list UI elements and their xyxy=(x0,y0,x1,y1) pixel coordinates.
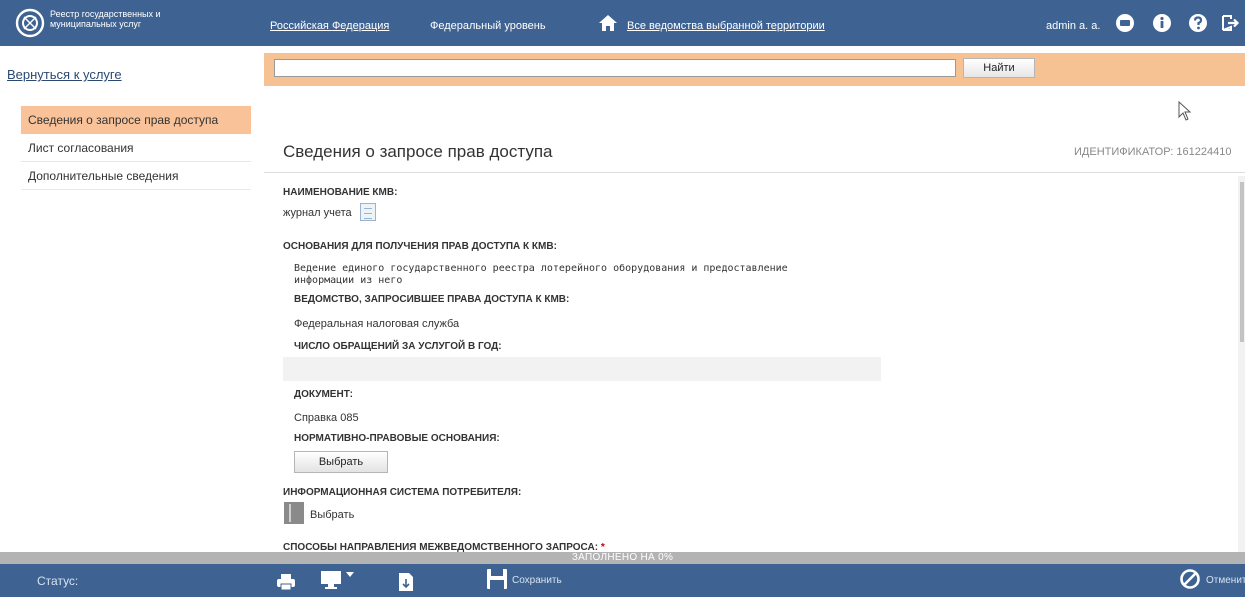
info-system-select-link[interactable]: Выбрать xyxy=(310,509,354,521)
search-bar: Найти xyxy=(264,53,1245,86)
save-button[interactable]: Сохранить xyxy=(512,575,562,586)
top-bar: Реестр государственных и муниципальных у… xyxy=(0,0,1245,46)
bottom-toolbar: Статус: Сохранить Отменить xyxy=(0,564,1245,597)
info-system-label: ИНФОРМАЦИОННАЯ СИСТЕМА ПОТРЕБИТЕЛЯ: xyxy=(283,487,522,498)
basis-line-2: информации из него xyxy=(294,275,403,286)
monitor-icon[interactable] xyxy=(320,570,342,590)
search-input[interactable] xyxy=(274,59,956,77)
sidebar-menu: Сведения о запросе прав доступа Лист сог… xyxy=(21,106,251,190)
home-icon[interactable] xyxy=(598,14,618,32)
kmv-value: журнал учета xyxy=(283,207,352,219)
request-count-label: ЧИСЛО ОБРАЩЕНИЙ ЗА УСЛУГОЙ В ГОД: xyxy=(294,341,502,352)
mouse-cursor-icon xyxy=(1178,101,1192,121)
back-to-service-link[interactable]: Вернуться к услуге xyxy=(7,67,122,82)
departments-link[interactable]: Все ведомства выбранной территории xyxy=(627,20,825,32)
logo-text-line1: Реестр государственных и xyxy=(50,9,161,19)
department-value: Федеральная налоговая служба xyxy=(294,318,460,330)
document-label: ДОКУМЕНТ: xyxy=(294,389,354,400)
title-divider xyxy=(264,172,1245,173)
page-title: Сведения о запросе прав доступа xyxy=(283,142,553,161)
logo-text-line2: муниципальных услуг xyxy=(50,19,142,29)
registry-logo-icon[interactable] xyxy=(14,8,46,38)
info-icon[interactable] xyxy=(1152,13,1172,33)
chat-icon[interactable] xyxy=(1115,13,1135,33)
save-icon[interactable] xyxy=(486,568,508,590)
identifier-label: ИДЕНТИФИКАТОР: 161224410 xyxy=(1074,146,1232,158)
region-link[interactable]: Российская Федерация xyxy=(270,20,389,32)
sidebar-item-approval-sheet[interactable]: Лист согласования xyxy=(21,134,251,162)
document-value: Справка 085 xyxy=(294,412,359,424)
cancel-icon[interactable] xyxy=(1179,568,1201,590)
fill-progress-text: ЗАПОЛНЕНО НА 0% xyxy=(571,552,674,563)
fill-progress-bar: ЗАПОЛНЕНО НА 0% xyxy=(0,552,1245,564)
basis-line-1: Ведение единого государственного реестра… xyxy=(294,263,788,274)
request-count-value xyxy=(283,357,881,381)
sidebar-item-access-request[interactable]: Сведения о запросе прав доступа xyxy=(21,106,251,134)
search-button[interactable]: Найти xyxy=(963,58,1035,78)
sidebar-item-additional-info[interactable]: Дополнительные сведения xyxy=(21,162,251,190)
kmv-label: НАИМЕНОВАНИЕ КМВ: xyxy=(283,187,398,198)
logo-text[interactable]: Реестр государственных и муниципальных у… xyxy=(50,9,190,29)
export-document-icon[interactable] xyxy=(398,572,414,592)
print-icon[interactable] xyxy=(276,573,296,591)
level-link[interactable]: Федеральный уровень xyxy=(430,20,546,32)
logout-icon[interactable] xyxy=(1220,13,1240,33)
department-label: ВЕДОМСТВО, ЗАПРОСИВШЕЕ ПРАВА ДОСТУПА К К… xyxy=(294,294,570,305)
chevron-down-icon[interactable] xyxy=(346,572,354,578)
scrollbar-thumb[interactable] xyxy=(1240,182,1244,342)
cancel-button[interactable]: Отменить xyxy=(1206,575,1245,586)
book-icon[interactable] xyxy=(284,502,304,524)
basis-label: ОСНОВАНИЯ ДЛЯ ПОЛУЧЕНИЯ ПРАВ ДОСТУПА К К… xyxy=(283,241,557,252)
user-name[interactable]: admin a. a. xyxy=(1046,20,1100,32)
legal-basis-select-button[interactable]: Выбрать xyxy=(294,451,388,473)
status-label: Статус: xyxy=(37,574,79,588)
help-icon[interactable] xyxy=(1188,13,1208,33)
document-view-icon[interactable] xyxy=(360,203,376,221)
legal-basis-label: НОРМАТИВНО-ПРАВОВЫЕ ОСНОВАНИЯ: xyxy=(294,433,500,444)
